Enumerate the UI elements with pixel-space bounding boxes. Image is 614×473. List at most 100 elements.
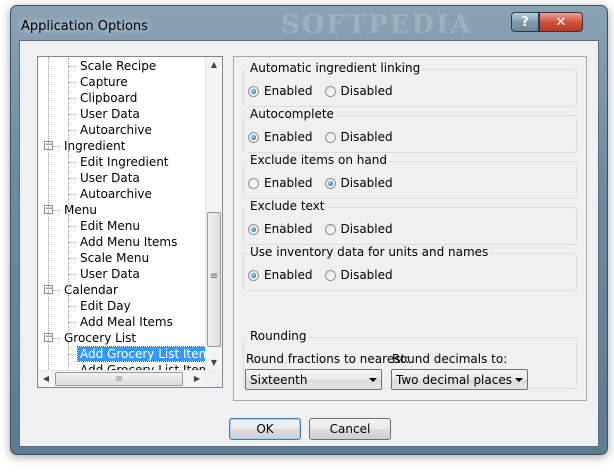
option-group-title: Exclude text xyxy=(248,199,327,213)
radio-label: Enabled xyxy=(264,268,313,282)
decimals-label: Round decimals to: xyxy=(392,352,508,366)
tree-horizontal-scrollbar[interactable]: ◀ III ▶ xyxy=(38,370,206,387)
tree-node[interactable]: Add Menu Items xyxy=(78,234,179,250)
grip-icon: ≡ xyxy=(209,271,219,282)
tree-node[interactable]: Calendar xyxy=(62,282,120,298)
tree-node[interactable]: Autoarchive xyxy=(78,186,154,202)
radio-icon[interactable] xyxy=(324,85,336,97)
title-bar[interactable]: Application Options SOFTPEDIA ? ✕ xyxy=(11,6,607,40)
cancel-button[interactable]: Cancel xyxy=(309,418,391,440)
options-tree[interactable]: Scale Recipe Capture Clipboard User Data Aut… xyxy=(37,56,223,388)
enabled-radio[interactable]: Enabled xyxy=(248,176,313,190)
fractions-select[interactable]: Sixteenth xyxy=(245,369,382,390)
option-group-title: Exclude items on hand xyxy=(248,153,389,167)
tree-node[interactable]: Edit Menu xyxy=(78,218,142,234)
enabled-radio[interactable]: Enabled xyxy=(248,222,313,236)
radio-icon[interactable] xyxy=(248,269,259,281)
tree-node-label: Edit Day xyxy=(80,299,131,313)
tree-node[interactable]: User Data xyxy=(78,106,142,122)
disabled-radio[interactable]: Disabled xyxy=(324,176,393,190)
tree-node[interactable]: User Data xyxy=(78,170,142,186)
decimals-value: Two decimal places xyxy=(396,372,512,387)
option-group-title: Use inventory data for units and names xyxy=(248,245,491,259)
disabled-radio[interactable]: Disabled xyxy=(324,268,393,282)
tree-connector xyxy=(68,226,76,227)
tree-node[interactable]: Edit Day xyxy=(78,298,133,314)
radio-group: Enabled Disabled xyxy=(248,266,405,284)
tree-connector xyxy=(68,150,69,210)
disabled-radio[interactable]: Disabled xyxy=(324,84,393,98)
radio-icon[interactable] xyxy=(248,177,259,189)
tree-node-label: Ingredient xyxy=(64,139,126,153)
options-panel: Automatic ingredient linking Enabled Disab… xyxy=(233,56,587,401)
window-title: Application Options xyxy=(21,19,148,34)
option-group-title: Automatic ingredient linking xyxy=(248,61,423,75)
tree-node-label: Clipboard xyxy=(80,91,138,105)
tree-node-label: User Data xyxy=(80,267,140,281)
tree-connector xyxy=(52,338,60,339)
tree-node[interactable]: Grocery List xyxy=(62,330,138,346)
tree-node-label: Add Menu Items xyxy=(80,235,178,249)
tree-connector xyxy=(68,274,76,275)
decimals-select[interactable]: Two decimal places xyxy=(391,369,528,390)
tree-node[interactable]: Add Meal Items xyxy=(78,314,175,330)
tree-node-label: Edit Ingredient xyxy=(80,155,169,169)
tree-node[interactable]: Capture xyxy=(78,74,130,90)
tree-node[interactable]: User Data xyxy=(78,266,142,282)
tree-node[interactable]: Scale Menu xyxy=(78,250,151,266)
option-group: Exclude text Enabled Disabled xyxy=(243,199,577,245)
tree-node[interactable]: Edit Ingredient xyxy=(78,154,171,170)
help-button[interactable]: ? xyxy=(511,12,539,32)
dialog-body: Scale Recipe Capture Clipboard User Data Aut… xyxy=(19,40,599,447)
ok-button[interactable]: OK xyxy=(229,418,301,440)
tree-vertical-scrollbar[interactable]: ▲ ≡ ▼ xyxy=(205,57,222,371)
disabled-radio[interactable]: Disabled xyxy=(324,130,393,144)
tree-connector xyxy=(48,57,49,371)
enabled-radio[interactable]: Enabled xyxy=(248,268,313,282)
radio-icon[interactable] xyxy=(248,131,259,143)
radio-label: Enabled xyxy=(264,84,313,98)
radio-label: Disabled xyxy=(340,84,393,98)
radio-label: Disabled xyxy=(340,176,393,190)
enabled-radio[interactable]: Enabled xyxy=(248,130,313,144)
scroll-left-icon[interactable]: ◀ xyxy=(38,371,54,387)
tree-connector xyxy=(52,290,60,291)
tree-node[interactable]: Ingredient xyxy=(62,138,127,154)
chevron-down-icon xyxy=(515,378,523,382)
tree-connector xyxy=(68,354,76,355)
radio-icon[interactable] xyxy=(324,177,336,189)
scroll-corner xyxy=(205,370,222,387)
watermark: SOFTPEDIA xyxy=(281,10,473,40)
tree-node[interactable]: Autoarchive xyxy=(78,122,154,138)
radio-icon[interactable] xyxy=(324,223,336,235)
radio-icon[interactable] xyxy=(248,85,259,97)
radio-icon[interactable] xyxy=(324,269,336,281)
radio-group: Enabled Disabled xyxy=(248,220,405,238)
tree-connector xyxy=(68,98,76,99)
tree-node[interactable]: Clipboard xyxy=(78,90,139,106)
application-options-window: Application Options SOFTPEDIA ? ✕ Scale … xyxy=(10,5,608,455)
tree-node-label: Autoarchive xyxy=(80,123,152,137)
scroll-right-icon[interactable]: ▶ xyxy=(189,371,205,387)
tree-connector xyxy=(68,130,76,131)
scroll-up-icon[interactable]: ▲ xyxy=(206,57,222,73)
tree-node[interactable]: Scale Recipe xyxy=(78,58,158,74)
radio-icon[interactable] xyxy=(324,131,336,143)
chevron-down-icon xyxy=(369,378,377,382)
rounding-title: Rounding xyxy=(248,329,309,343)
tree-connector xyxy=(68,258,76,259)
radio-label: Enabled xyxy=(264,176,313,190)
tree-node[interactable]: Add Grocery List Items xyxy=(77,346,206,362)
disabled-radio[interactable]: Disabled xyxy=(324,222,393,236)
scroll-down-icon[interactable]: ▼ xyxy=(206,355,222,371)
vertical-scroll-thumb[interactable]: ≡ xyxy=(207,212,221,347)
horizontal-scroll-thumb[interactable]: III xyxy=(55,372,183,386)
option-group: Use inventory data for units and names En… xyxy=(243,245,577,291)
radio-icon[interactable] xyxy=(248,223,259,235)
tree-connector xyxy=(68,342,69,371)
enabled-radio[interactable]: Enabled xyxy=(248,84,313,98)
close-button[interactable]: ✕ xyxy=(539,12,583,32)
tree-connector xyxy=(68,306,76,307)
tree-node-label: Edit Menu xyxy=(80,219,140,233)
fractions-label: Round fractions to nearest: xyxy=(246,352,410,366)
